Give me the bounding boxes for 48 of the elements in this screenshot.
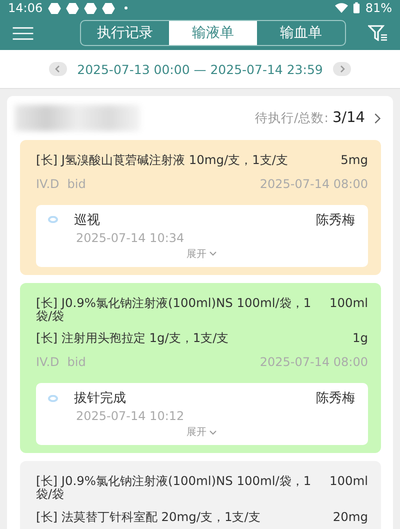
order-card[interactable]: [长] J氢溴酸山莨菪碱注射液 10mg/支，1支/支 5mg IV.D bid 2025-07-14 08:00 巡视 陈秀梅 2025-07-14 10:34 展开: [20, 140, 381, 275]
previous-icon[interactable]: [49, 62, 68, 76]
drug-dose: 100ml: [329, 296, 368, 310]
pending-label: 待执行/总数:: [255, 110, 328, 126]
expand-button[interactable]: 展开: [184, 423, 218, 442]
drug-name: [长] J0.9%氯化钠注射液(100ml)NS 100ml/袋，1袋/袋: [36, 296, 312, 322]
drug-name: [长] 法莫替丁针科室配 20mg/支，1支/支: [36, 510, 262, 524]
tab[interactable]: 输血单: [257, 21, 345, 45]
pending-count: 3/14: [332, 110, 365, 126]
route: IV.D: [36, 355, 60, 370]
wifi-icon: [335, 3, 348, 13]
tab[interactable]: 执行记录: [81, 21, 169, 45]
chevron-down-icon: [208, 430, 216, 435]
order-card[interactable]: [长] J0.9%氯化钠注射液(100ml)NS 100ml/袋，1袋/袋 100ml [长] 注射用头孢拉定 1g/支，1支/支 1g IV.D bid 2025-07-14 08:00 拔针完成 陈秀梅 2025-07-14 10:12 展开: [20, 282, 381, 454]
drug-name: [长] J氢溴酸山莨菪碱注射液 10mg/支，1支/支: [36, 154, 289, 167]
notification-icon: [84, 2, 97, 14]
nurse-name: 陈秀梅: [316, 212, 355, 229]
nurse-name: 陈秀梅: [316, 390, 355, 408]
drug-name: [长] J0.9%氯化钠注射液(100ml)NS 100ml/袋，1袋/袋: [36, 475, 312, 501]
order-time: 2025-07-14 08:00: [260, 355, 368, 370]
record-time: 2025-07-14 10:34: [76, 230, 186, 245]
drug-dose: 100ml: [329, 475, 368, 488]
dot-icon: [124, 6, 128, 10]
order-time: 2025-07-14 08:00: [260, 176, 368, 191]
drug-dose: 20mg: [332, 510, 368, 524]
frequency: bid: [67, 176, 86, 191]
chevron-right-icon[interactable]: [373, 112, 381, 124]
status-time: 14:06: [8, 1, 43, 15]
drug-dose: 1g: [352, 332, 368, 346]
next-icon[interactable]: [332, 62, 351, 76]
battery-level: 81%: [365, 1, 392, 15]
order-card[interactable]: [长] J0.9%氯化钠注射液(100ml)NS 100ml/袋，1袋/袋 100ml [长] 法莫替丁针科室配 20mg/支，1支/支 20mg: [20, 461, 381, 529]
tab[interactable]: 输液单: [169, 21, 257, 45]
battery-icon: [353, 2, 360, 14]
drug-name: [长] 注射用头孢拉定 1g/支，1支/支: [36, 332, 230, 346]
drug-dose: 5mg: [340, 154, 368, 167]
expand-button[interactable]: 展开: [184, 244, 218, 263]
frequency: bid: [67, 355, 86, 370]
notification-icon: [48, 2, 61, 14]
filter-icon[interactable]: [368, 25, 388, 41]
record-action: 巡视: [74, 212, 100, 229]
record-action: 拔针完成: [74, 390, 126, 408]
chevron-down-icon: [208, 251, 216, 256]
route: IV.D: [36, 176, 60, 191]
notification-icon: [102, 2, 115, 14]
record-time: 2025-07-14 10:12: [76, 409, 186, 424]
notification-icon: [66, 2, 79, 14]
menu-icon[interactable]: [12, 26, 34, 40]
